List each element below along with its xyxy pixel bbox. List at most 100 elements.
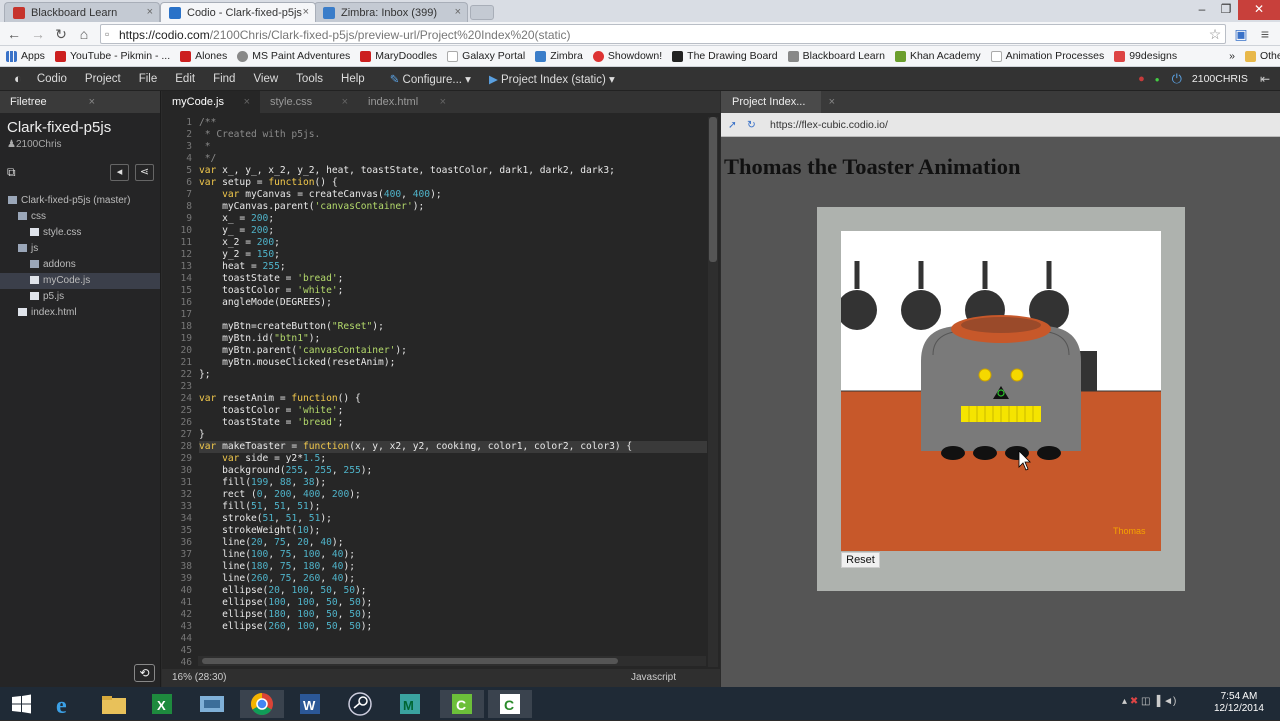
project-index-menu[interactable]: ▶ Project Index (static) ▾ <box>489 72 615 86</box>
minimize-icon[interactable]: – <box>1190 0 1214 20</box>
tree-item[interactable]: js <box>0 241 160 257</box>
taskbar-explorer[interactable] <box>92 690 136 718</box>
git-icon[interactable]: ⧉ <box>7 165 16 180</box>
menu-edit[interactable]: Edit <box>175 73 195 85</box>
collapse-icon[interactable]: ⇤ <box>1260 72 1270 86</box>
preview-tab[interactable]: Project Index... × <box>721 91 835 113</box>
code-line[interactable]: stroke(51, 51, 51); <box>199 513 707 525</box>
code-line[interactable]: var x_, y_, x_2, y_2, heat, toastState, … <box>199 165 707 177</box>
tree-item[interactable]: Clark-fixed-p5js (master) <box>0 193 160 209</box>
code-line[interactable]: * <box>199 141 707 153</box>
tree-item[interactable]: addons <box>0 257 160 273</box>
close-icon[interactable]: × <box>303 6 309 18</box>
new-tab-button[interactable] <box>470 5 494 20</box>
taskbar-steam[interactable] <box>338 690 382 718</box>
bookmark-apps[interactable]: Apps <box>6 50 45 62</box>
extension-icon[interactable]: ▣ <box>1232 25 1250 43</box>
code-line[interactable]: rect (0, 200, 400, 200); <box>199 489 707 501</box>
menu-find[interactable]: Find <box>213 73 235 85</box>
security-icon[interactable]: ✖ <box>1130 696 1138 707</box>
code-line[interactable]: toastColor = 'white'; <box>199 405 707 417</box>
p5-canvas[interactable]: Thomas <box>841 231 1161 551</box>
code-line[interactable]: ellipse(260, 100, 50, 50); <box>199 621 707 633</box>
forward-icon[interactable]: → <box>29 25 47 43</box>
code-line[interactable]: var resetAnim = function() { <box>199 393 707 405</box>
close-icon[interactable]: × <box>147 6 153 18</box>
menu-tools[interactable]: Tools <box>296 73 323 85</box>
code-line[interactable]: toastState = 'bread'; <box>199 273 707 285</box>
bookmark-marydoodles[interactable]: MaryDoodles <box>360 50 437 62</box>
tree-item[interactable]: css <box>0 209 160 225</box>
collapse-tree-button[interactable]: ◂ <box>110 164 129 181</box>
filetree-tab[interactable]: Filetree × <box>0 91 160 113</box>
taskbar-codio-2[interactable]: C <box>488 690 532 718</box>
code-line[interactable]: /** <box>199 117 707 129</box>
tray-icons[interactable]: ▴ ✖ ◫ ▐ ◄) <box>1122 696 1176 707</box>
editor-tab-style[interactable]: style.css × <box>260 91 358 113</box>
menu-view[interactable]: View <box>253 73 278 85</box>
code-line[interactable]: toastState = 'bread'; <box>199 417 707 429</box>
code-line[interactable]: line(260, 75, 260, 40); <box>199 573 707 585</box>
bookmark-galaxy-portal[interactable]: Galaxy Portal <box>447 50 525 62</box>
close-icon[interactable]: × <box>342 96 348 108</box>
code-line[interactable]: myBtn.id("btn1"); <box>199 333 707 345</box>
taskbar-excel[interactable]: X <box>140 690 184 718</box>
power-icon[interactable]: ⏻ <box>1172 71 1182 87</box>
code-line[interactable]: ellipse(20, 100, 50, 50); <box>199 585 707 597</box>
code-line[interactable]: myBtn.parent('canvasContainer'); <box>199 345 707 357</box>
code-line[interactable]: ellipse(180, 100, 50, 50); <box>199 609 707 621</box>
maximize-icon[interactable]: ❐ <box>1214 0 1238 20</box>
code-content[interactable]: /** * Created with p5js. * */var x_, y_,… <box>199 117 707 667</box>
bookmark-khan[interactable]: Khan Academy <box>894 50 981 62</box>
code-line[interactable] <box>199 309 707 321</box>
code-line[interactable]: */ <box>199 153 707 165</box>
code-line[interactable]: background(255, 255, 255); <box>199 465 707 477</box>
browser-tab-codio[interactable]: Codio - Clark-fixed-p5js × <box>160 2 316 22</box>
taskbar-codio-1[interactable]: C <box>440 690 484 718</box>
browser-tab-zimbra[interactable]: Zimbra: Inbox (399) × <box>314 2 468 22</box>
url-input[interactable]: ▫ https://codio.com/2100Chris/Clark-fixe… <box>100 24 1226 44</box>
code-line[interactable]: strokeWeight(10); <box>199 525 707 537</box>
menu-project[interactable]: Project <box>85 73 121 85</box>
close-window-icon[interactable]: ✕ <box>1238 0 1280 20</box>
code-line[interactable]: var myCanvas = createCanvas(400, 400); <box>199 189 707 201</box>
close-icon[interactable]: × <box>829 96 835 108</box>
taskbar-maya[interactable]: M <box>388 690 432 718</box>
bell-icon[interactable]: ● <box>1138 73 1145 85</box>
home-icon[interactable]: ⌂ <box>75 25 93 43</box>
taskbar-network[interactable] <box>190 690 234 718</box>
tree-item[interactable]: style.css <box>0 225 160 241</box>
code-line[interactable]: toastColor = 'white'; <box>199 285 707 297</box>
back-icon[interactable]: ← <box>5 25 23 43</box>
code-line[interactable]: angleMode(DEGREES); <box>199 297 707 309</box>
code-line[interactable]: line(20, 75, 20, 40); <box>199 537 707 549</box>
close-icon[interactable]: × <box>244 96 250 108</box>
menu-file[interactable]: File <box>139 73 158 85</box>
close-icon[interactable]: × <box>89 96 95 108</box>
editor-tab-index[interactable]: index.html × <box>358 91 456 113</box>
start-button[interactable] <box>0 690 44 718</box>
bookmark-other[interactable]: Other bookmarks <box>1244 50 1280 62</box>
reload-icon[interactable]: ↻ <box>747 113 756 137</box>
code-line[interactable]: line(100, 75, 100, 40); <box>199 549 707 561</box>
bookmark-99designs[interactable]: 99designs <box>1114 50 1177 62</box>
code-line[interactable]: myBtn=createButton("Reset"); <box>199 321 707 333</box>
code-line[interactable]: ellipse(100, 100, 50, 50); <box>199 597 707 609</box>
code-line[interactable]: var side = y2*1.5; <box>199 453 707 465</box>
horizontal-scrollbar[interactable] <box>198 656 706 666</box>
bookmark-youtube[interactable]: YouTube - Pikmin - ... <box>54 50 170 62</box>
bookmark-blackboard[interactable]: Blackboard Learn <box>787 50 885 62</box>
share-button[interactable]: ⋖ <box>135 164 154 181</box>
code-line[interactable]: myCanvas.parent('canvasContainer'); <box>199 201 707 213</box>
bookmark-star-icon[interactable]: ☆ <box>1206 25 1224 43</box>
bookmarks-overflow[interactable]: » <box>1229 50 1235 62</box>
bookmark-drawing-board[interactable]: The Drawing Board <box>672 50 778 62</box>
language-mode[interactable]: Javascript <box>631 669 676 687</box>
preview-url[interactable]: https://flex-cubic.codio.io/ <box>770 113 888 137</box>
taskbar-ie[interactable]: e <box>44 690 88 719</box>
menu-codio[interactable]: Codio <box>37 73 67 85</box>
code-line[interactable] <box>199 381 707 393</box>
code-line[interactable]: * Created with p5js. <box>199 129 707 141</box>
bookmark-alones[interactable]: Alones <box>180 50 227 62</box>
tree-item[interactable]: index.html <box>0 305 160 321</box>
